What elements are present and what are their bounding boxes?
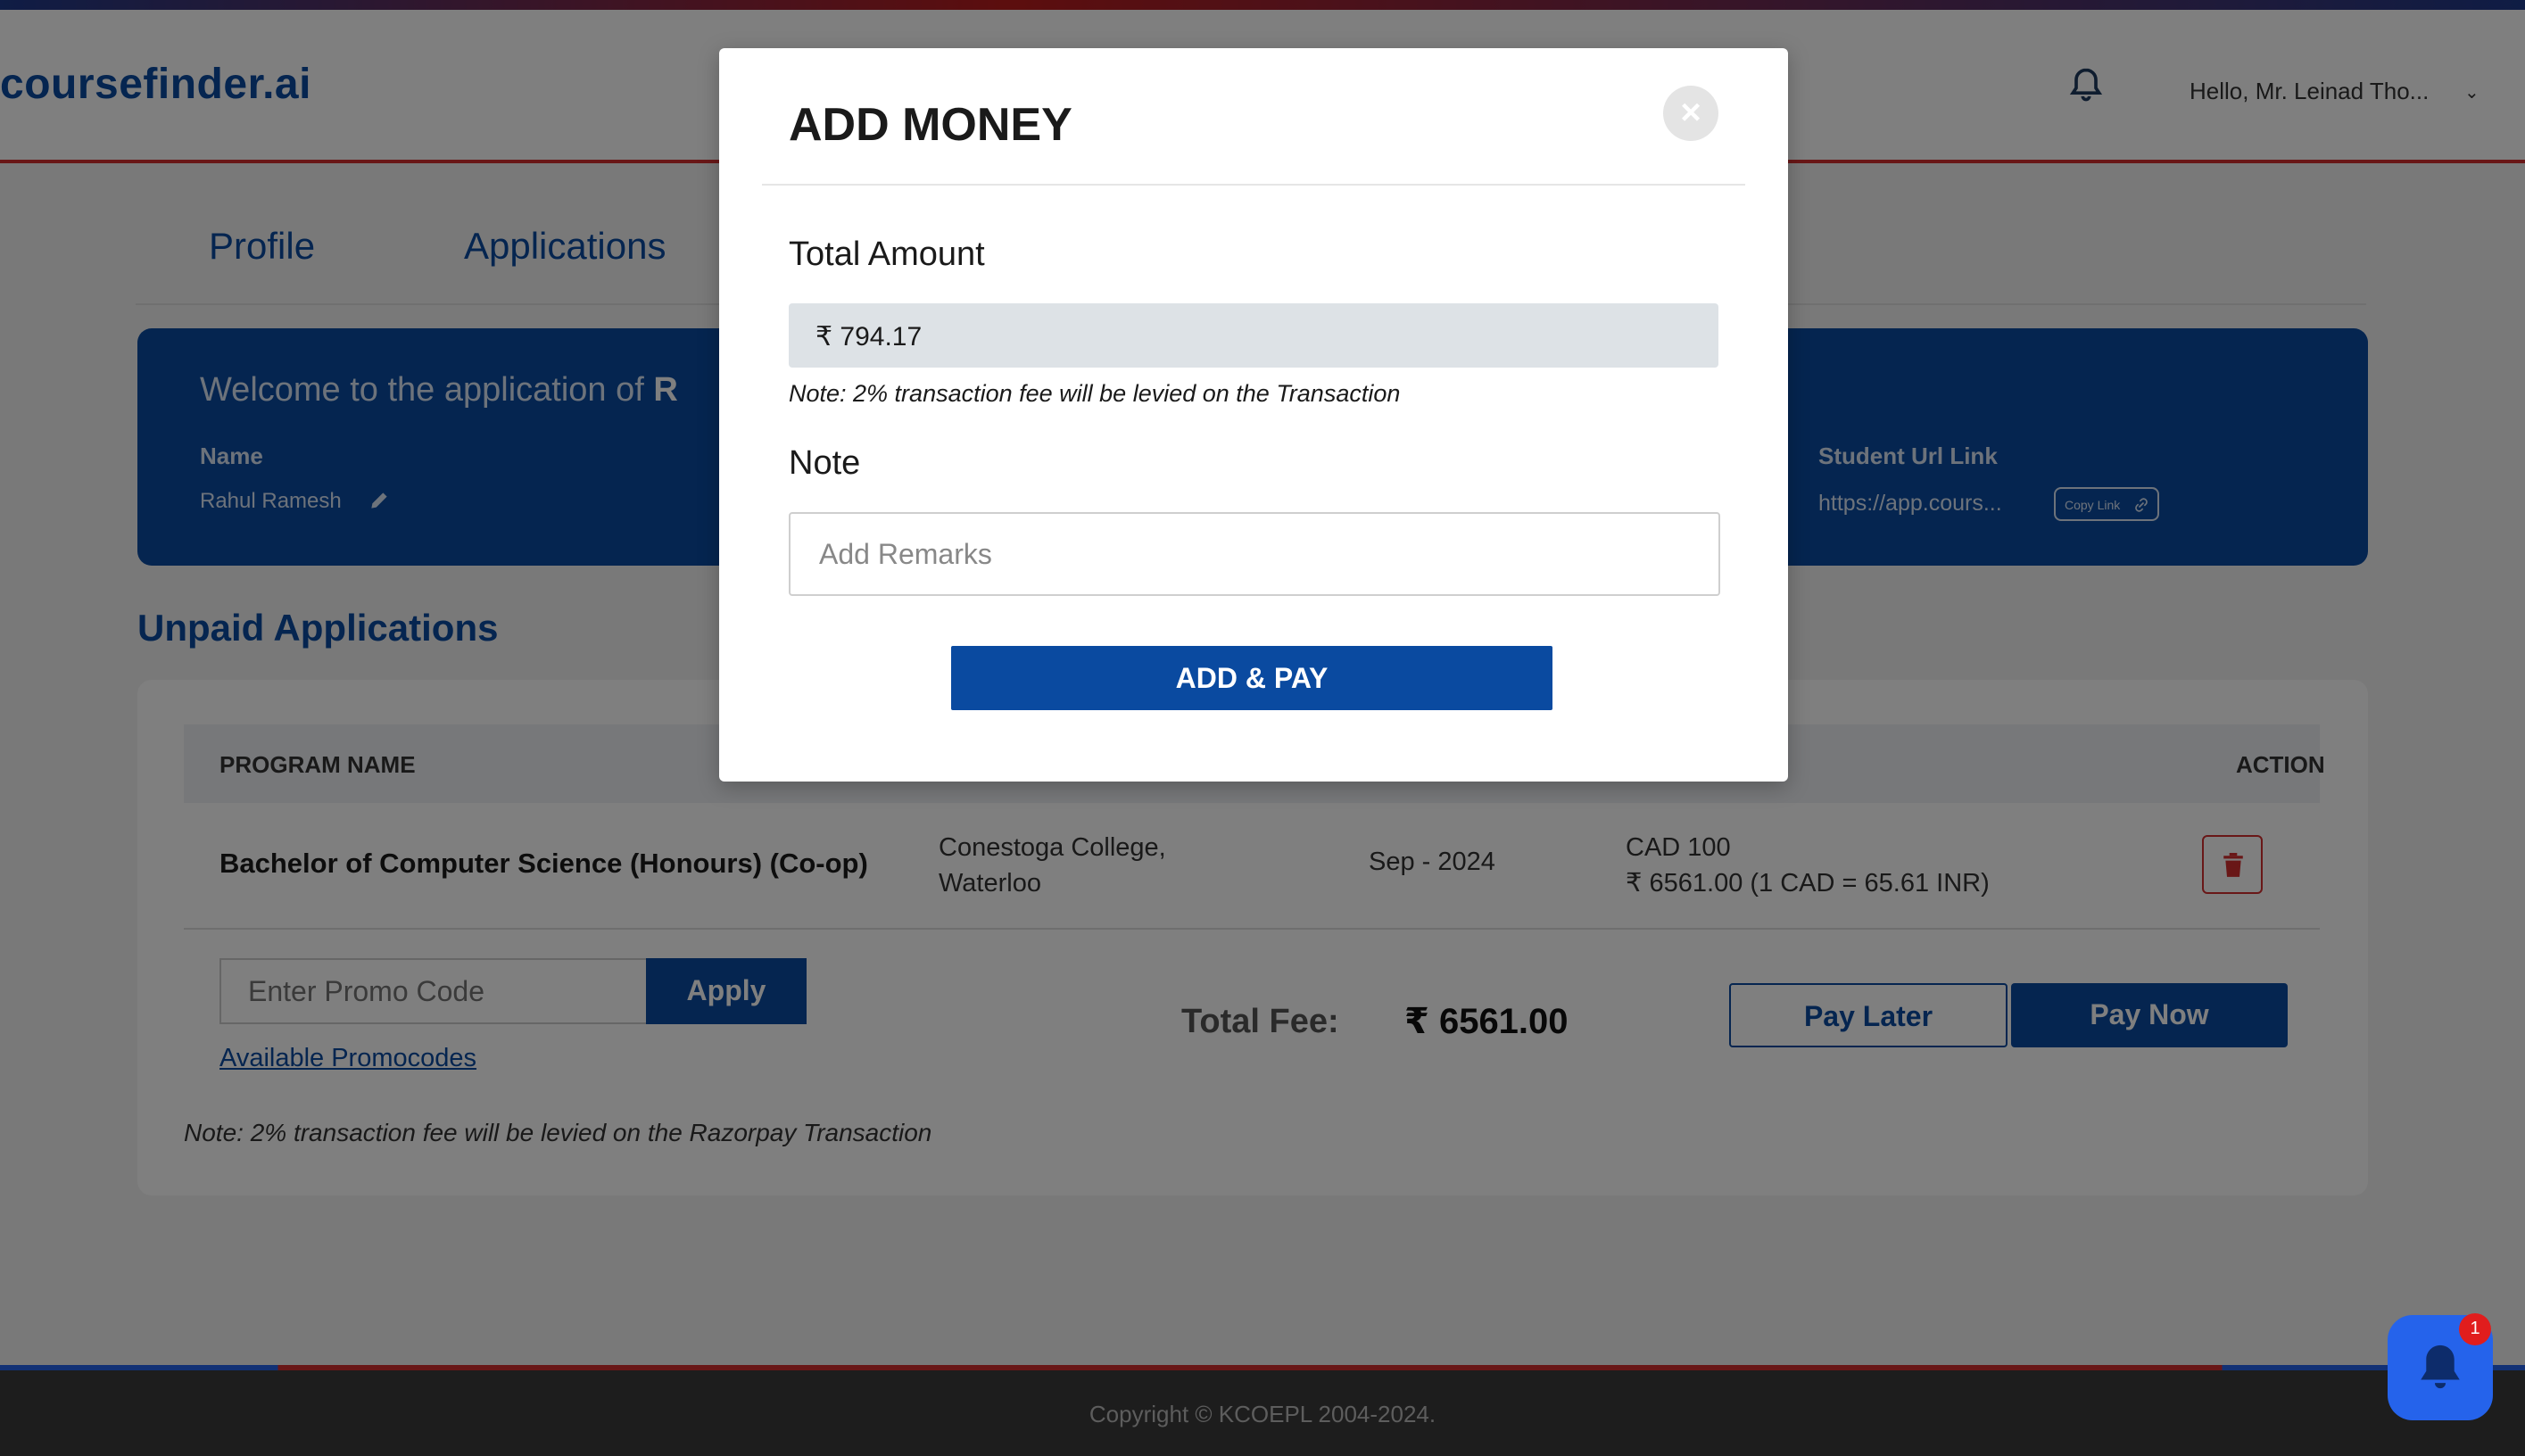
add-and-pay-button[interactable]: ADD & PAY — [951, 646, 1552, 710]
notification-count-badge: 1 — [2459, 1313, 2491, 1345]
modal-title: ADD MONEY — [789, 99, 1072, 151]
bell-icon — [2421, 1344, 2460, 1389]
transaction-fee-note: Note: 2% transaction fee will be levied … — [789, 380, 1401, 407]
close-icon[interactable]: × — [1663, 86, 1718, 141]
total-amount-label: Total Amount — [789, 236, 985, 273]
add-money-modal: ADD MONEY × Total Amount ₹ 794.17 Note: … — [719, 48, 1788, 782]
remarks-input[interactable] — [789, 512, 1720, 596]
note-label: Note — [789, 444, 861, 482]
modal-divider — [762, 184, 1745, 186]
total-amount-field: ₹ 794.17 — [789, 303, 1718, 368]
